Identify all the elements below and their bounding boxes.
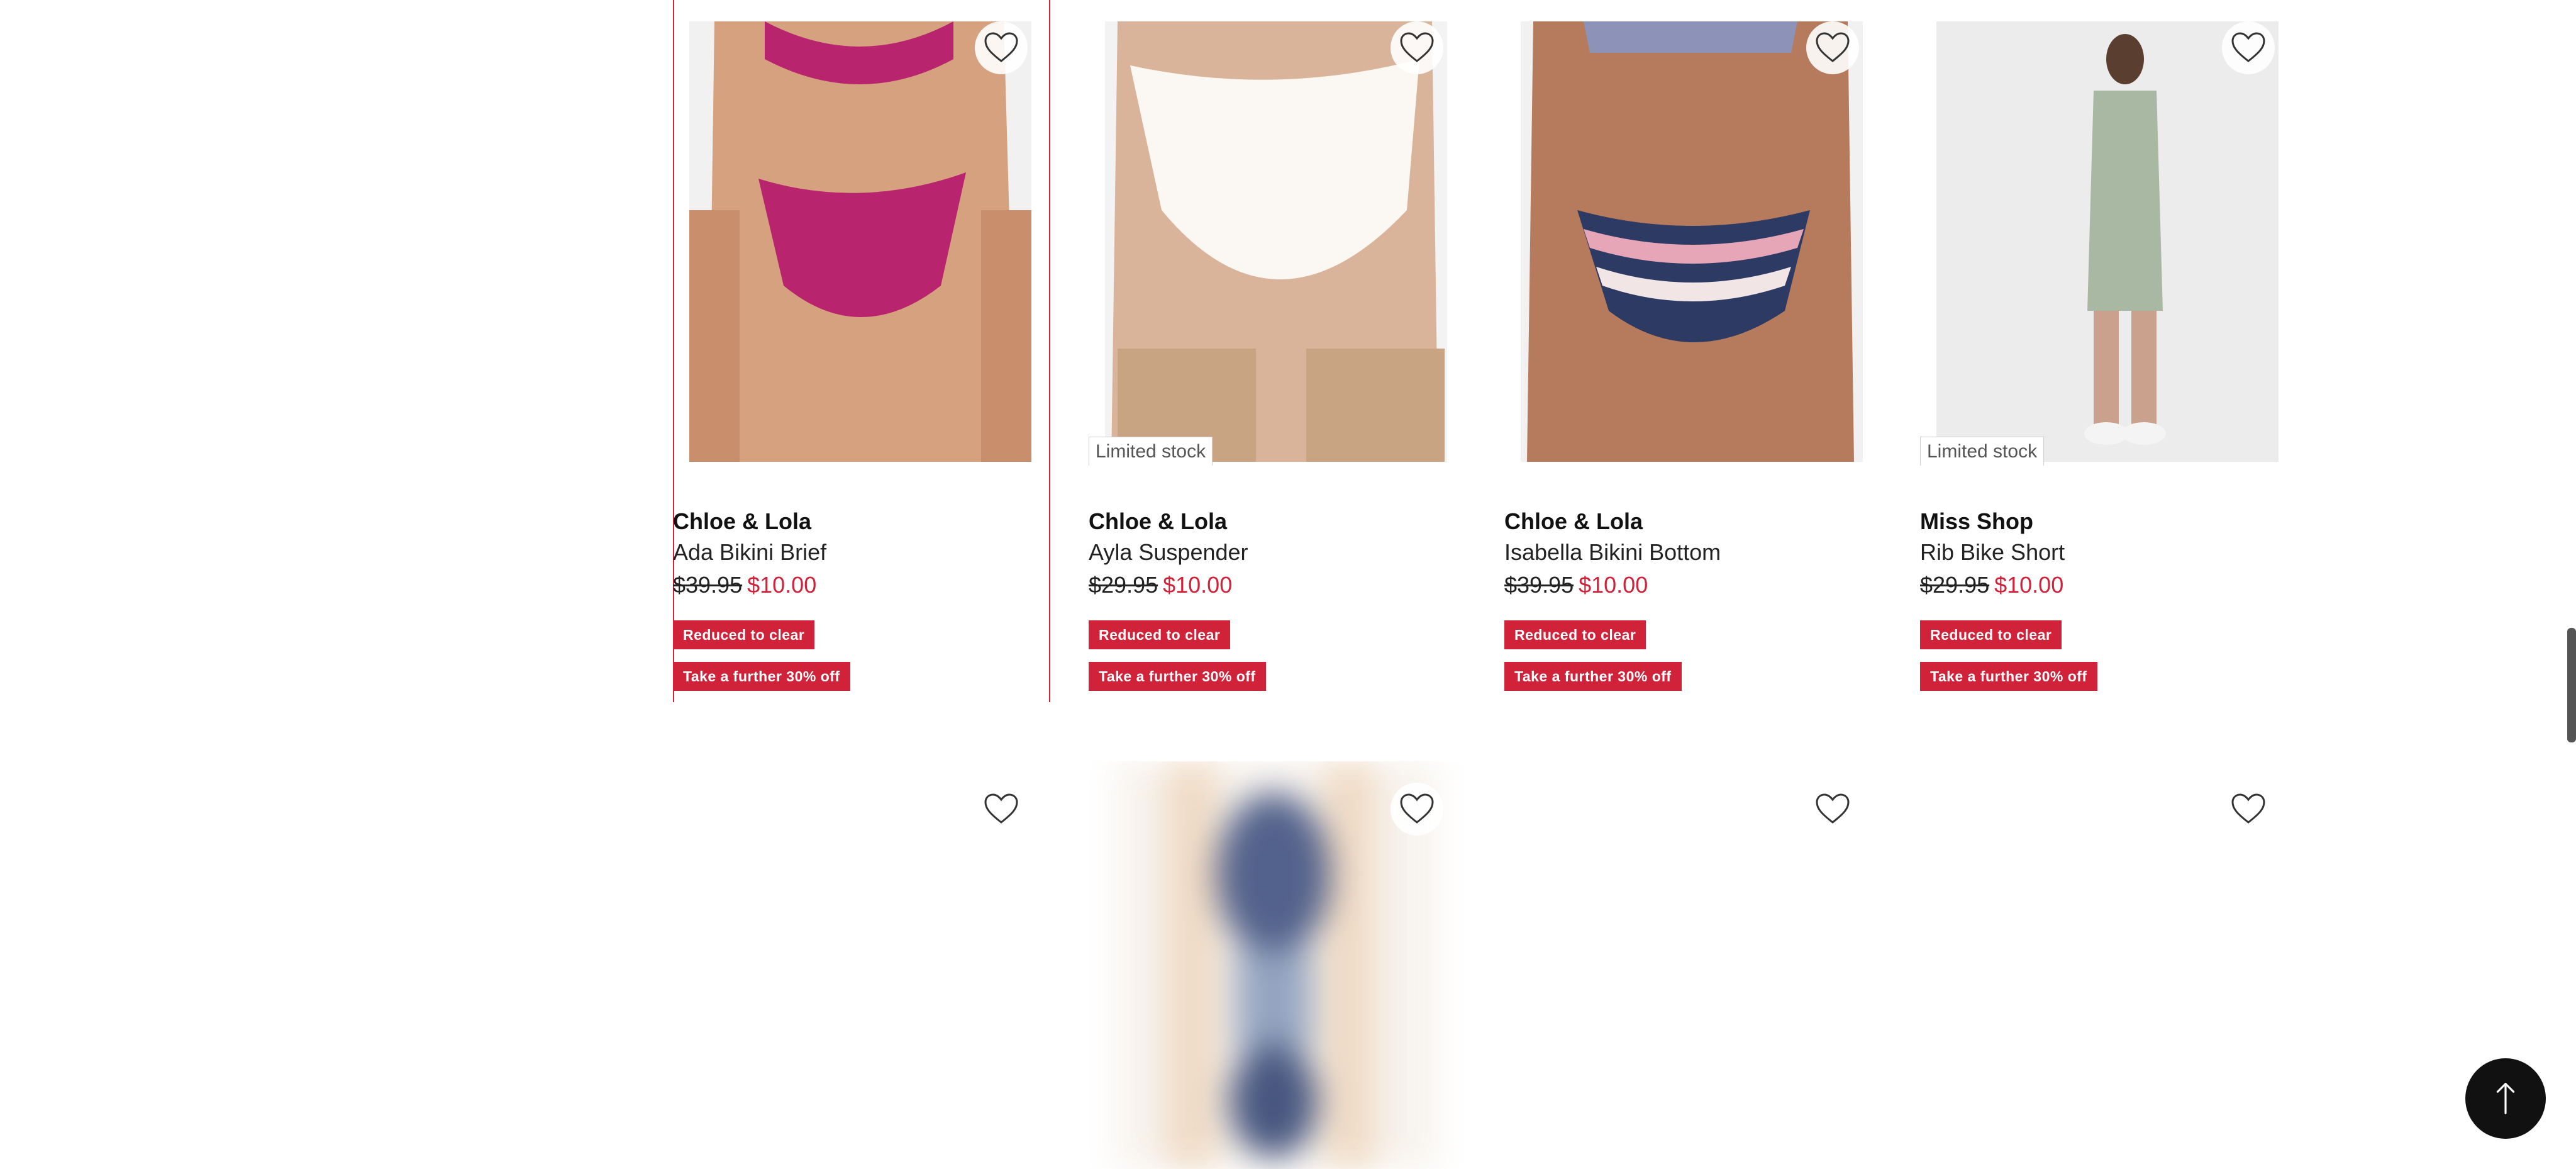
product-name[interactable]: Ayla Suspender xyxy=(1089,536,1463,569)
product-brand: Miss Shop xyxy=(1920,508,2034,534)
was-price: $39.95 xyxy=(1504,572,1574,598)
wishlist-button[interactable] xyxy=(1391,783,1443,836)
product-brand: Chloe & Lola xyxy=(673,508,812,534)
product-photo xyxy=(1105,21,1447,462)
product-price: $39.95 $10.00 xyxy=(1504,569,1879,601)
product-image[interactable]: Limited stock xyxy=(1089,0,1463,466)
product-info[interactable]: Chloe & Lola Ada Bikini Brief $39.95 $10.… xyxy=(673,507,1048,691)
reduced-badge: Reduced to clear xyxy=(1089,620,1231,649)
heart-outline-icon xyxy=(1400,32,1434,62)
product-card[interactable]: Chloe & Lola Ada Bikini Brief $39.95 $10.… xyxy=(673,0,1050,702)
reduced-badge: Reduced to clear xyxy=(673,620,815,649)
wishlist-button[interactable] xyxy=(1391,21,1443,74)
sale-price: $10.00 xyxy=(1579,572,1648,598)
product-image[interactable] xyxy=(1504,0,1879,466)
limited-stock-label: Limited stock xyxy=(1089,437,1213,466)
product-photo xyxy=(1936,21,2279,462)
product-image[interactable] xyxy=(1920,761,2295,1169)
wishlist-button[interactable] xyxy=(2222,21,2275,74)
heart-outline-icon xyxy=(1816,32,1850,62)
product-price: $29.95 $10.00 xyxy=(1089,569,1463,601)
further-discount-badge: Take a further 30% off xyxy=(1920,662,2097,691)
product-image[interactable] xyxy=(673,761,1048,1169)
wishlist-button[interactable] xyxy=(975,783,1028,836)
product-card[interactable]: Limited stock Chloe & Lola Ayla Suspende… xyxy=(1089,0,1463,702)
heart-outline-icon xyxy=(984,793,1018,824)
product-brand: Chloe & Lola xyxy=(1089,508,1228,534)
product-photo xyxy=(1521,21,1863,462)
heart-outline-icon xyxy=(1400,793,1434,824)
wishlist-button[interactable] xyxy=(975,21,1028,74)
product-name[interactable]: Ada Bikini Brief xyxy=(673,536,1048,569)
sale-price: $10.00 xyxy=(1994,572,2064,598)
was-price: $29.95 xyxy=(1089,572,1158,598)
heart-outline-icon xyxy=(984,32,1018,62)
further-discount-badge: Take a further 30% off xyxy=(673,662,850,691)
heart-outline-icon xyxy=(2231,32,2265,62)
was-price: $29.95 xyxy=(1920,572,1990,598)
heart-outline-icon xyxy=(1816,793,1850,824)
product-brand: Chloe & Lola xyxy=(1504,508,1643,534)
further-discount-badge: Take a further 30% off xyxy=(1504,662,1682,691)
product-photo xyxy=(689,21,1031,462)
product-info[interactable]: Miss Shop Rib Bike Short $29.95 $10.00 Re… xyxy=(1920,507,2295,691)
product-card[interactable]: Limited stock Miss Shop Rib Bike Short $… xyxy=(1920,0,2295,702)
sale-price: $10.00 xyxy=(1163,572,1233,598)
wishlist-button[interactable] xyxy=(1806,783,1859,836)
product-name[interactable]: Isabella Bikini Bottom xyxy=(1504,536,1879,569)
back-to-top-button[interactable] xyxy=(2465,1058,2546,1139)
product-price: $29.95 $10.00 xyxy=(1920,569,2295,601)
reduced-badge: Reduced to clear xyxy=(1920,620,2062,649)
product-info[interactable]: Chloe & Lola Isabella Bikini Bottom $39.… xyxy=(1504,507,1879,691)
product-image[interactable] xyxy=(1504,761,1879,1169)
was-price: $39.95 xyxy=(673,572,743,598)
wishlist-button[interactable] xyxy=(1806,21,1859,74)
product-image[interactable]: Limited stock xyxy=(1920,0,2295,466)
wishlist-button[interactable] xyxy=(2222,783,2275,836)
product-info[interactable]: Chloe & Lola Ayla Suspender $29.95 $10.00… xyxy=(1089,507,1463,691)
product-photo-loading xyxy=(1116,761,1436,1169)
product-card[interactable]: Chloe & Lola Isabella Bikini Bottom $39.… xyxy=(1504,0,1879,702)
sale-price: $10.00 xyxy=(747,572,817,598)
limited-stock-label: Limited stock xyxy=(1920,437,2045,466)
heart-outline-icon xyxy=(2231,793,2265,824)
product-name[interactable]: Rib Bike Short xyxy=(1920,536,2295,569)
further-discount-badge: Take a further 30% off xyxy=(1089,662,1266,691)
reduced-badge: Reduced to clear xyxy=(1504,620,1646,649)
scrollbar-thumb[interactable] xyxy=(2567,628,2576,742)
product-image[interactable] xyxy=(1089,761,1463,1169)
arrow-up-icon xyxy=(2496,1083,2515,1114)
product-image[interactable] xyxy=(673,0,1048,466)
product-price: $39.95 $10.00 xyxy=(673,569,1048,601)
